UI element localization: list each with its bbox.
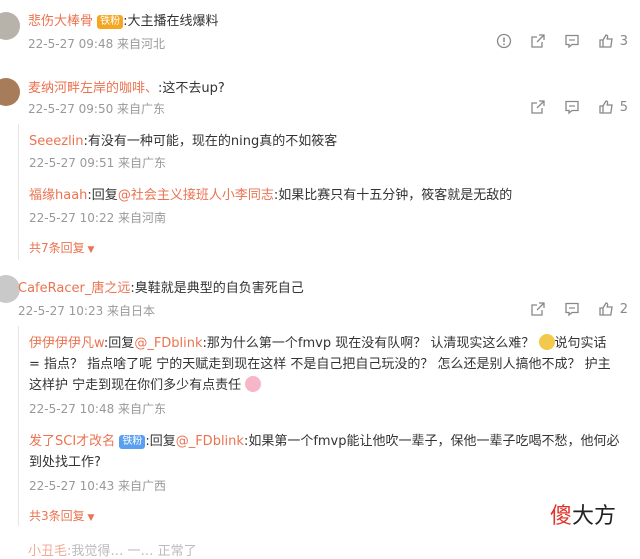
comment-actions: 2: [530, 301, 628, 317]
more-replies-label: 共7条回复: [29, 241, 85, 255]
timestamp: 22-5-27 09:50 来自广东: [28, 102, 166, 116]
username[interactable]: 发了SCI才改名: [29, 434, 115, 449]
comment-text: :我觉得… 一… 正常了: [67, 544, 197, 559]
username[interactable]: Seeezlin: [29, 134, 84, 149]
reply-text: 说句实话: [554, 336, 607, 351]
comment-line: 麦纳河畔左岸的咖啡、:这不去up?: [28, 77, 225, 96]
timestamp: 22-5-27 10:23 来自日本: [18, 304, 156, 318]
more-replies-label: 共3条回复: [29, 509, 85, 523]
reply-item: Seeezlin:有没有一种可能，现在的ning真的不如筱客: [29, 130, 337, 149]
watermark-logo: 傻大方: [550, 498, 616, 530]
mention-link[interactable]: @_FDblink: [134, 336, 202, 351]
reply-list: 伊伊伊伊凡w:回复@_FDblink:那为什么第一个fmvp 现在没有队啊？ 认…: [18, 326, 633, 526]
share-icon: [531, 34, 545, 48]
more-replies-link[interactable]: 共3条回复 ▼: [29, 507, 94, 524]
comment-icon: [565, 302, 579, 317]
like-count: 3: [619, 33, 628, 49]
reply-prefix: :回复: [87, 188, 118, 203]
comment-line: CafeRacer_唐之远:臭鞋就是典型的自负害死自己: [18, 277, 304, 296]
like-count: 5: [619, 99, 628, 115]
share-icon: [531, 302, 545, 316]
timestamp: 22-5-27 10:22 来自河南: [29, 211, 167, 225]
comment-actions: 5: [530, 99, 628, 115]
username[interactable]: 麦纳河畔左岸的咖啡、: [28, 81, 158, 96]
reply-button[interactable]: [564, 33, 580, 49]
like-count: 2: [619, 301, 628, 317]
reply-item: 福缘haah:回复@社会主义接班人小李同志:如果比赛只有十五分钟，筱客就是无敌的: [29, 184, 512, 203]
share-button[interactable]: [530, 301, 546, 317]
thumbs-up-icon: [599, 34, 613, 48]
comment-line: 悲伤大棒骨 铁粉:大主播在线爆料: [28, 10, 219, 29]
comment-text: :臭鞋就是典型的自负害死自己: [130, 281, 304, 296]
like-button[interactable]: 3: [598, 33, 628, 49]
embarrassed-emoji-icon: [538, 334, 555, 350]
reply-prefix: :回复: [103, 336, 135, 351]
username[interactable]: 福缘haah: [29, 188, 87, 203]
comment-icon: [565, 100, 579, 115]
like-button[interactable]: 2: [598, 301, 628, 317]
pig-emoji-icon: [245, 376, 262, 392]
timestamp: 22-5-27 09:48 来自河北: [28, 37, 166, 51]
more-replies-link[interactable]: 共7条回复 ▼: [29, 239, 94, 256]
avatar[interactable]: [0, 275, 20, 303]
mention-link[interactable]: @社会主义接班人小李同志: [118, 188, 274, 203]
reply-prefix: :回复: [145, 434, 176, 449]
thumbs-up-icon: [599, 302, 613, 316]
reply-item: 这样护 宁走到现在你们多少有点责任: [29, 374, 262, 393]
comment-actions: 3: [496, 33, 628, 49]
reply-item: 发了SCI才改名 铁粉:回复@_FDblink:如果第一个fmvp能让他吹一辈子…: [29, 430, 620, 449]
timestamp: 22-5-27 10:43 来自广西: [29, 479, 167, 493]
reply-button[interactable]: [564, 301, 580, 317]
reply-text: :如果第一个fmvp能让他吹一辈子，保他一辈子吃喝不愁，他何必: [243, 434, 620, 449]
chevron-down-icon: ▼: [84, 513, 95, 523]
comment-text: :大主播在线爆料: [123, 14, 219, 29]
mention-link[interactable]: @_FDblink: [176, 434, 244, 449]
username[interactable]: 伊伊伊伊凡w: [29, 336, 104, 351]
reply-list: Seeezlin:有没有一种可能，现在的ning真的不如筱客 22-5-27 0…: [18, 124, 633, 260]
reply-text: 这样护 宁走到现在你们多少有点责任: [29, 378, 242, 393]
like-button[interactable]: 5: [598, 99, 628, 115]
reply-text: :那为什么第一个fmvp 现在没有队啊？ 认清现实这么难？: [202, 336, 539, 351]
reply-text: :有没有一种可能，现在的ning真的不如筱客: [83, 134, 338, 149]
watermark-text: 大方: [572, 504, 617, 529]
report-button[interactable]: [496, 33, 512, 49]
thumbs-up-icon: [599, 100, 613, 114]
avatar[interactable]: [0, 12, 20, 40]
share-icon: [531, 100, 545, 114]
comment-icon: [565, 34, 579, 49]
report-icon: [496, 33, 511, 49]
watermark-red-char: 傻: [550, 504, 573, 529]
username[interactable]: 悲伤大棒骨: [28, 14, 93, 29]
share-button[interactable]: [530, 99, 546, 115]
timestamp: 22-5-27 10:48 来自广东: [29, 402, 167, 416]
reply-text: :如果比赛只有十五分钟，筱客就是无敌的: [273, 188, 513, 203]
share-button[interactable]: [530, 33, 546, 49]
reply-text: 到处找工作?: [29, 455, 101, 470]
next-comment-partial: 小丑毛:我觉得… 一… 正常了: [28, 540, 197, 559]
avatar[interactable]: [0, 78, 20, 106]
username[interactable]: CafeRacer_唐之远: [18, 281, 130, 296]
chevron-down-icon: ▼: [84, 245, 95, 255]
reply-item: 伊伊伊伊凡w:回复@_FDblink:那为什么第一个fmvp 现在没有队啊？ 认…: [29, 332, 607, 351]
reply-button[interactable]: [564, 99, 580, 115]
fan-badge: 铁粉: [97, 15, 124, 29]
timestamp: 22-5-27 09:51 来自广东: [29, 156, 167, 170]
username[interactable]: 小丑毛: [28, 544, 67, 559]
comment-text: :这不去up?: [158, 81, 225, 96]
fan-badge: 铁粉: [119, 435, 146, 449]
reply-text: = 指点？ 指点啥了呢 宁的天赋走到现在这样 不是自己把自己玩没的？ 怎么还是别…: [29, 357, 611, 372]
